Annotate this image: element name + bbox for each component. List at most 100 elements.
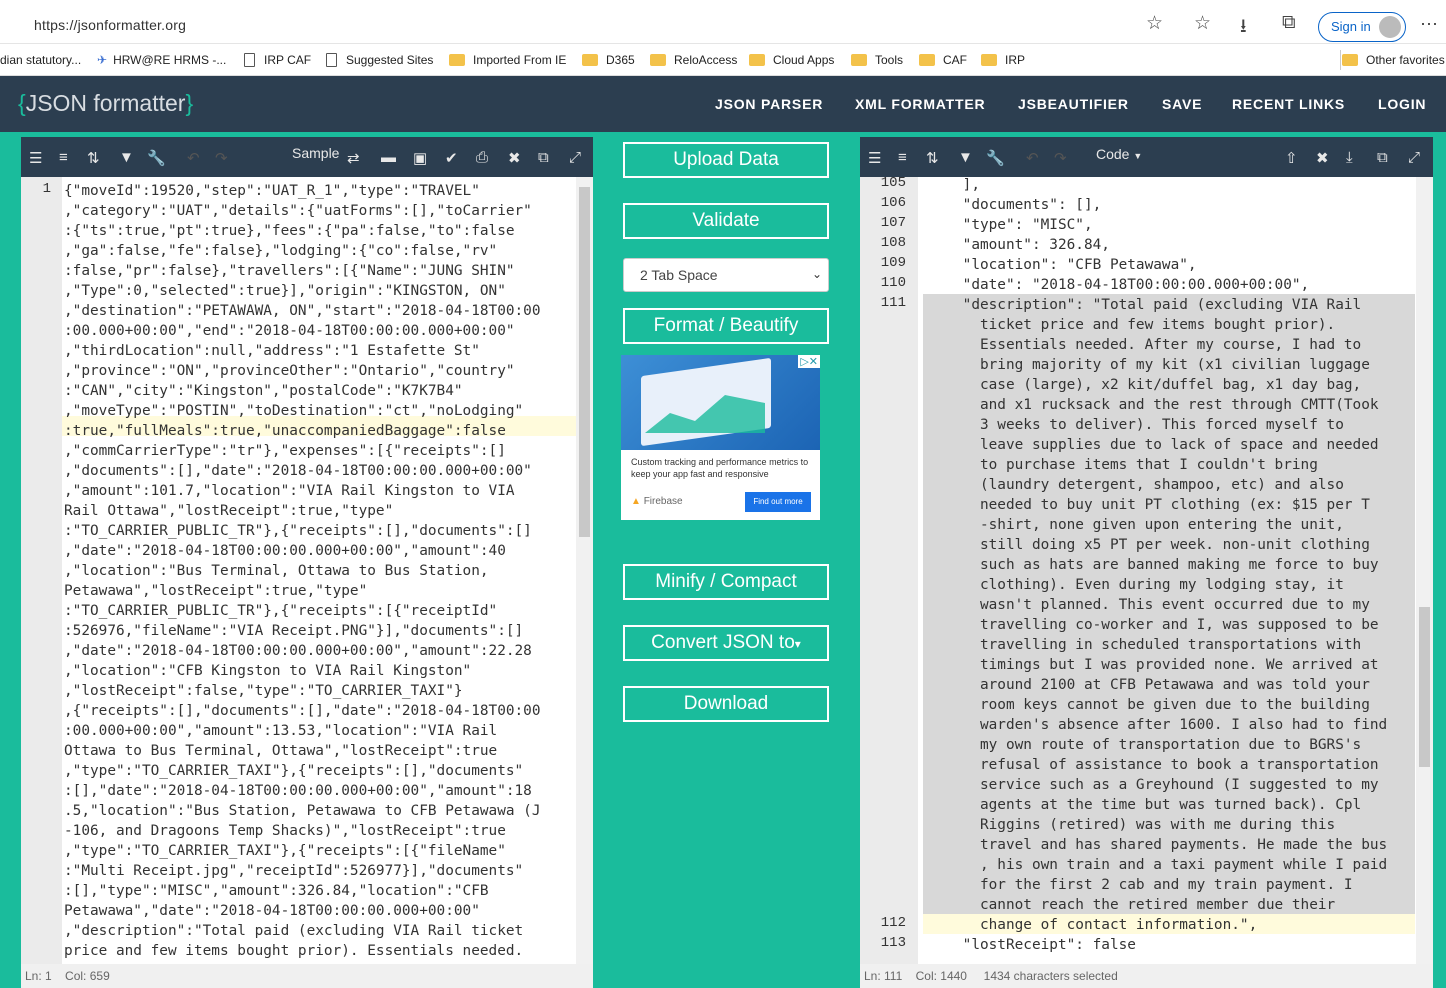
- code-line: ,"Type":0,"selected":true}],"origin":"KI…: [64, 283, 506, 299]
- sort-icon[interactable]: ⇅: [926, 149, 939, 167]
- share-icon[interactable]: ⇄: [347, 149, 360, 167]
- redo-icon[interactable]: ↷: [215, 149, 228, 167]
- compact-icon[interactable]: ≡: [59, 149, 68, 166]
- undo-icon[interactable]: ↶: [187, 149, 200, 167]
- status-bar: Ln: 1 Col: 659: [21, 964, 593, 988]
- redo-icon[interactable]: ↷: [1054, 149, 1067, 167]
- print-icon[interactable]: ⎙: [476, 149, 488, 166]
- input-code[interactable]: {"moveId":19520,"step":"UAT_R_1","type":…: [64, 181, 541, 981]
- copy-icon[interactable]: ⧉: [538, 149, 549, 166]
- code-line: Essentials needed. After my course, I ha…: [928, 337, 1362, 353]
- fav-folder[interactable]: IRP: [981, 53, 1025, 67]
- undo-icon[interactable]: ↶: [1026, 149, 1039, 167]
- ad-cta-button[interactable]: Find out more: [745, 492, 811, 512]
- code-line: Ottawa to Bus Terminal, Ottawa","lostRec…: [64, 743, 498, 759]
- ad-brand: ▲ Firebase: [631, 496, 683, 507]
- more-icon[interactable]: ⋯: [1420, 14, 1438, 35]
- code-mode-dropdown[interactable]: Code ▼: [1096, 146, 1142, 162]
- ad-choices-icon[interactable]: ▷✕: [798, 355, 820, 368]
- nav-jsbeautifier[interactable]: JSBEAUTIFIER: [1018, 96, 1129, 112]
- code-line: travelling in scheduled transportations …: [928, 637, 1362, 653]
- open-folder-icon[interactable]: ▬: [381, 149, 396, 166]
- format-icon[interactable]: ☰: [868, 149, 881, 167]
- format-beautify-button[interactable]: Format / Beautify: [623, 308, 829, 344]
- editor-toolbar: ☰ ≡ ⇅ ▼ 🔧 ↶ ↷ Sample ⇄ ▬ ▣ ✔ ⎙ ✖ ⧉ ⤢: [21, 137, 593, 177]
- copy-icon[interactable]: ⧉: [1377, 149, 1388, 166]
- scrollbar[interactable]: [576, 177, 593, 964]
- format-icon[interactable]: ☰: [29, 149, 42, 167]
- code-line: -106, and Dragoons Temp Shacks)","lostRe…: [64, 823, 506, 839]
- site-logo[interactable]: {JSON formatter}: [18, 90, 193, 117]
- line-number: 106: [880, 195, 906, 211]
- scroll-thumb[interactable]: [1419, 607, 1430, 767]
- code-line: around 2100 at CFB Petawawa and was told…: [928, 677, 1370, 693]
- fav-folder[interactable]: D365: [582, 53, 635, 67]
- fullscreen-icon[interactable]: ⤢: [569, 149, 581, 166]
- ad-banner[interactable]: ▷✕ Custom tracking and performance metri…: [621, 355, 820, 520]
- scroll-thumb[interactable]: [579, 187, 590, 537]
- nav-recent-links[interactable]: RECENT LINKS: [1232, 96, 1345, 112]
- code-line: :00.000+00:00","amount":13.53,"location"…: [64, 723, 498, 739]
- line-number: 107: [880, 215, 906, 231]
- fav-folder[interactable]: ReloAccess: [650, 53, 737, 67]
- fav-folder[interactable]: Imported From IE: [449, 53, 566, 67]
- fav-item[interactable]: dian statutory...: [0, 53, 81, 67]
- code-line: bring majority of my kit (x1 civilian lu…: [928, 357, 1370, 373]
- address-bar[interactable]: https://jsonformatter.org: [20, 11, 1175, 43]
- fav-item[interactable]: ✈ HRW@RE HRMS -...: [97, 53, 226, 67]
- scrollbar[interactable]: [1416, 177, 1433, 964]
- code-line: timings but I was provided none. We arri…: [928, 657, 1379, 673]
- clear-icon[interactable]: ✖: [1316, 149, 1329, 167]
- sort-icon[interactable]: ⇅: [87, 149, 100, 167]
- nav-xml-formatter[interactable]: XML FORMATTER: [855, 96, 985, 112]
- save-icon[interactable]: ▣: [413, 149, 427, 167]
- code-line: ,"category":"UAT","details":{"uatForms":…: [64, 203, 532, 219]
- validate-button[interactable]: Validate: [623, 203, 829, 239]
- sign-in-button[interactable]: Sign in: [1318, 12, 1406, 42]
- filter-icon[interactable]: ▼: [958, 149, 973, 166]
- folder-icon: [919, 54, 935, 66]
- sample-button[interactable]: Sample: [292, 145, 339, 161]
- tab-space-select[interactable]: 2 Tab Space ⌄: [623, 258, 829, 292]
- minify-compact-button[interactable]: Minify / Compact: [623, 564, 829, 600]
- filter-icon[interactable]: ▼: [119, 149, 134, 166]
- code-line: ,"amount":101.7,"location":"VIA Rail Kin…: [64, 483, 515, 499]
- favorites-icon[interactable]: ☆: [1194, 12, 1211, 35]
- check-icon[interactable]: ✔: [445, 149, 458, 167]
- fav-item[interactable]: IRP CAF: [244, 53, 311, 67]
- compact-icon[interactable]: ≡: [898, 149, 907, 166]
- code-line: clothing). Even during my lodging stay, …: [928, 577, 1344, 593]
- code-line: Petawawa","date":"2018-04-18T00:00:00.00…: [64, 903, 480, 919]
- fav-folder-other[interactable]: Other favorites: [1342, 53, 1445, 67]
- upload-icon[interactable]: ⇧: [1285, 149, 1298, 167]
- upload-data-button[interactable]: Upload Data: [623, 142, 829, 178]
- fav-folder[interactable]: CAF: [919, 53, 967, 67]
- status-bar: Ln: 111 Col: 1440 1434 characters select…: [860, 964, 1433, 988]
- nav-login[interactable]: LOGIN: [1378, 96, 1426, 112]
- collections-icon[interactable]: ⧉: [1282, 12, 1296, 34]
- output-code[interactable]: ], "documents": [], "type": "MISC", "amo…: [928, 175, 1388, 955]
- fav-folder[interactable]: Tools: [851, 53, 903, 67]
- wrench-icon[interactable]: 🔧: [147, 149, 166, 167]
- fav-folder[interactable]: Cloud Apps: [749, 53, 834, 67]
- nav-save[interactable]: SAVE: [1162, 96, 1202, 112]
- code-line: leave supplies due to lack of space and …: [928, 437, 1379, 453]
- clear-icon[interactable]: ✖: [508, 149, 521, 167]
- download-button[interactable]: Download: [623, 686, 829, 722]
- divider: [1340, 50, 1341, 70]
- code-line: :"Multi Receipt.jpg","receiptId":526977}…: [64, 863, 524, 879]
- fav-item[interactable]: Suggested Sites: [326, 53, 433, 67]
- link-icon: ✈: [97, 53, 108, 67]
- add-favorite-icon[interactable]: ☆: [1146, 12, 1163, 35]
- convert-json-button[interactable]: Convert JSON to▾: [623, 625, 829, 661]
- sign-in-label: Sign in: [1331, 19, 1371, 34]
- nav-json-parser[interactable]: JSON PARSER: [715, 96, 823, 112]
- input-editor-panel: ☰ ≡ ⇅ ▼ 🔧 ↶ ↷ Sample ⇄ ▬ ▣ ✔ ⎙ ✖ ⧉ ⤢ 1 {…: [21, 137, 593, 988]
- downloads-icon[interactable]: ⭳: [1240, 12, 1247, 44]
- code-line: :[],"type":"MISC","amount":326.84,"locat…: [64, 883, 489, 899]
- wrench-icon[interactable]: 🔧: [986, 149, 1005, 167]
- code-line: Rail Ottawa","lostReceipt":true,"type": [64, 503, 394, 519]
- download-icon[interactable]: ⤓: [1346, 149, 1353, 166]
- code-line: :"TO_CARRIER_PUBLIC_TR"},{"receipts":[],…: [64, 523, 532, 539]
- fullscreen-icon[interactable]: ⤢: [1408, 149, 1420, 166]
